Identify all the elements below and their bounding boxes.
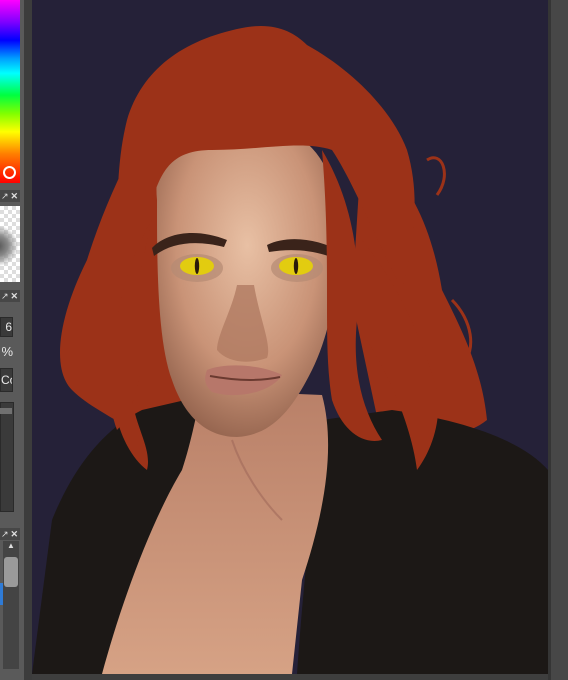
canvas-artwork[interactable] xyxy=(32,0,548,674)
options-panel-header: ↗ ✕ xyxy=(0,290,20,302)
dock-icon[interactable]: ↗ xyxy=(1,290,9,302)
pupil-right xyxy=(293,258,299,274)
canvas-bottom-border xyxy=(32,674,548,680)
dock-icon[interactable]: ↗ xyxy=(1,528,9,540)
brush-size-field[interactable]: 6 xyxy=(0,317,13,337)
brush-panel-header: ↗ ✕ xyxy=(0,190,20,202)
options-list[interactable] xyxy=(0,402,14,512)
panel-divider[interactable] xyxy=(24,0,32,680)
layers-scrollbar[interactable]: ▲ xyxy=(3,541,19,669)
brush-tip-preview xyxy=(0,226,18,266)
brush-preview xyxy=(0,206,20,282)
close-icon[interactable]: ✕ xyxy=(10,190,18,202)
layer-indicator xyxy=(0,583,3,605)
dock-icon[interactable]: ↗ xyxy=(1,190,9,202)
hue-picker-handle[interactable] xyxy=(3,166,16,179)
canvas-border xyxy=(548,0,551,680)
hue-slider[interactable] xyxy=(0,0,20,183)
blend-mode-select[interactable]: Co xyxy=(0,368,13,392)
scroll-thumb[interactable] xyxy=(4,557,18,587)
pupil-left xyxy=(194,258,200,274)
right-scroll-gutter[interactable] xyxy=(548,0,568,680)
layers-panel-header: ↗ ✕ xyxy=(0,528,20,540)
list-selected-row[interactable] xyxy=(0,408,12,414)
opacity-unit-label: % xyxy=(1,344,13,359)
close-icon[interactable]: ✕ xyxy=(10,528,18,540)
close-icon[interactable]: ✕ xyxy=(10,290,18,302)
scroll-up-icon[interactable]: ▲ xyxy=(5,541,17,551)
